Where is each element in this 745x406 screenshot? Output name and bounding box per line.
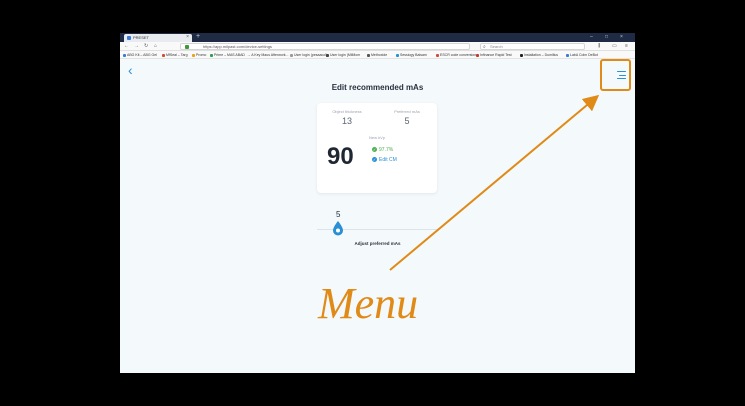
annotation-arrow — [389, 94, 600, 271]
annotation-label: Menu — [318, 279, 419, 328]
